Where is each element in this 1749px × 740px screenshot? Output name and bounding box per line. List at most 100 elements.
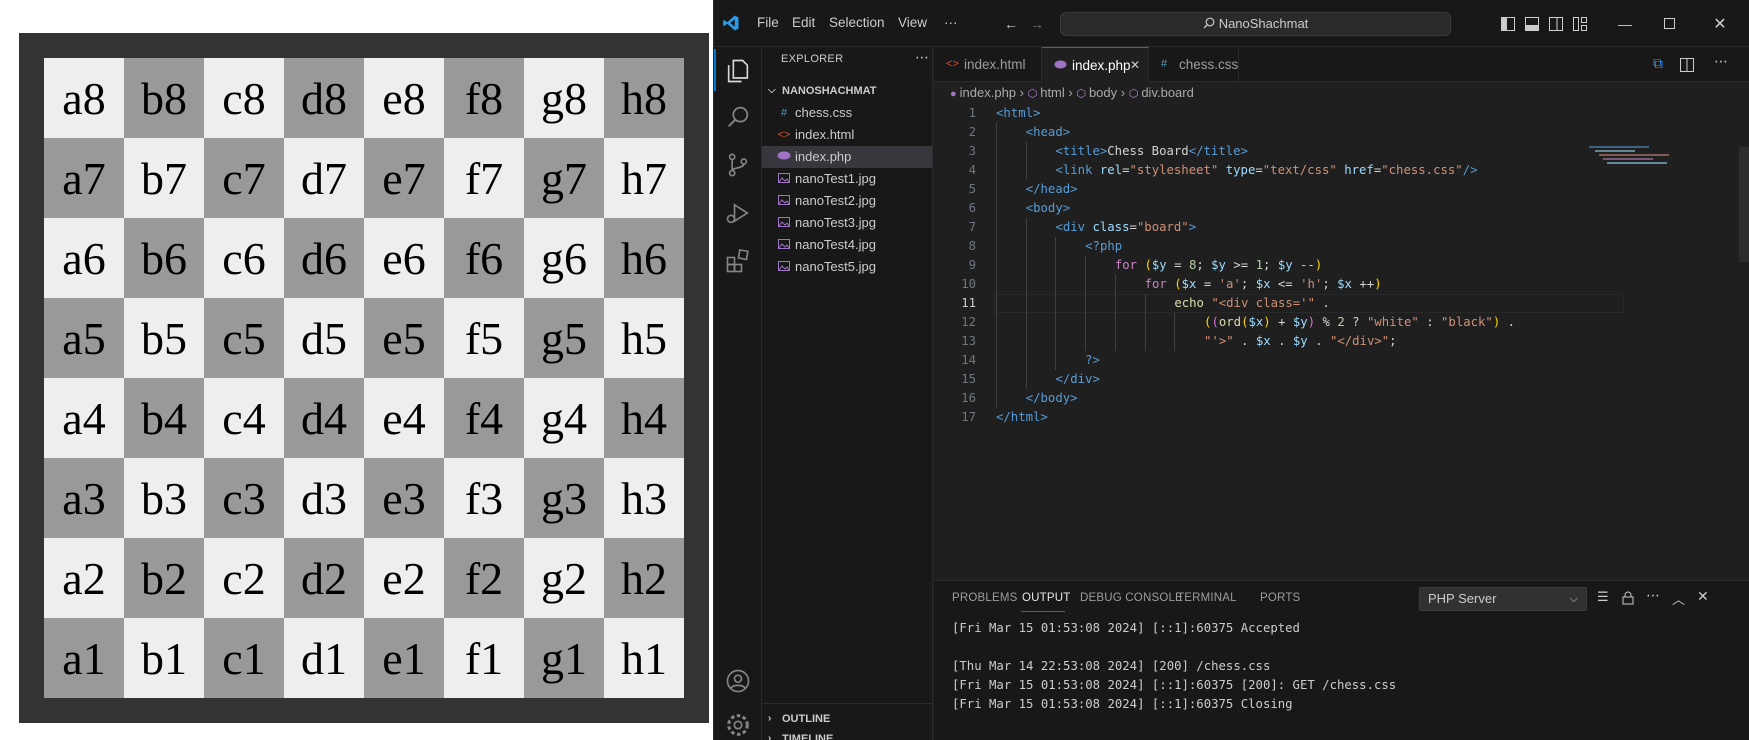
breadcrumb-item[interactable]: body xyxy=(1089,85,1117,100)
code-token: <html> xyxy=(996,106,1041,120)
output-channel-select[interactable]: PHP Server ⌵ xyxy=(1419,587,1587,611)
square-d7: d7 xyxy=(284,138,364,218)
square-e7: e7 xyxy=(364,138,444,218)
panel-tab-output[interactable]: OUTPUT xyxy=(1022,592,1070,604)
panel-tab-terminal[interactable]: TERMINAL xyxy=(1177,592,1237,604)
outline-section[interactable]: › OUTLINE xyxy=(762,709,932,729)
square-e8: e8 xyxy=(364,58,444,138)
file-item-index-php[interactable]: index.php xyxy=(762,146,932,168)
symbol-element-icon: ⬡ xyxy=(1027,88,1038,100)
maximize-panel-icon[interactable]: ︿ xyxy=(1672,589,1685,608)
code-line: </body> xyxy=(1026,389,1078,408)
breadcrumb-item[interactable]: html xyxy=(1040,85,1065,100)
square-c2: c2 xyxy=(204,538,284,618)
settings-gear-icon[interactable] xyxy=(724,711,752,739)
accounts-icon[interactable] xyxy=(724,667,752,695)
code-token: ; xyxy=(1240,277,1256,291)
code-line: ((ord($x) + $y) % 2 ? "white" : "black")… xyxy=(1204,313,1515,332)
maximize-icon[interactable] xyxy=(1664,18,1675,29)
line-number: 2 xyxy=(968,125,976,139)
code-token: ( xyxy=(1144,258,1152,272)
code-token: . xyxy=(1500,315,1516,329)
file-item-nanotest2-jpg[interactable]: nanoTest2.jpg xyxy=(762,190,932,212)
lock-scroll-icon[interactable] xyxy=(1622,591,1634,605)
tab-index-html[interactable]: <> index.html xyxy=(934,47,1042,82)
explorer-more-icon[interactable]: ⋯ xyxy=(915,49,929,66)
square-c6: c6 xyxy=(204,218,284,298)
file-item-index-html[interactable]: <> index.html xyxy=(762,124,932,146)
code-token: % xyxy=(1315,315,1338,329)
code-token: "black" xyxy=(1441,315,1493,329)
code-editor[interactable]: 1 <html> 2 <head> 3 <title>Chess Board</title… xyxy=(934,104,1634,427)
editor-area: <> index.html index.php ✕ # chess.css ⧉ ⋯ ● in… xyxy=(934,47,1749,580)
panel-more-icon[interactable]: ⋯ xyxy=(1646,587,1660,604)
code-line: "'>" . $x . $y . "</div>"; xyxy=(1204,332,1397,351)
menu-more[interactable]: ··· xyxy=(944,15,958,30)
close-window-icon[interactable]: ✕ xyxy=(1709,13,1731,35)
code-token: . xyxy=(1270,334,1293,348)
breadcrumb-item[interactable]: index.php xyxy=(960,85,1016,100)
tab-chess-css[interactable]: # chess.css xyxy=(1149,47,1239,82)
code-token: . xyxy=(1233,334,1256,348)
indent-guide xyxy=(996,142,997,161)
code-token: Chess Board xyxy=(1107,144,1189,158)
code-line: <body> xyxy=(1026,199,1070,218)
code-token: href xyxy=(1344,163,1374,177)
panel-tab-debug-console[interactable]: DEBUG CONSOLE xyxy=(1080,592,1183,604)
code-token: for xyxy=(1144,277,1175,291)
customize-layout-icon[interactable] xyxy=(1573,17,1587,31)
file-item-nanotest3-jpg[interactable]: nanoTest3.jpg xyxy=(762,212,932,234)
clear-output-icon[interactable]: ☰ xyxy=(1597,589,1609,605)
minimize-icon[interactable]: — xyxy=(1614,13,1636,35)
code-token: ? xyxy=(1344,315,1367,329)
menu-selection[interactable]: Selection xyxy=(829,15,885,30)
folder-nanoshachmat[interactable]: ⌵ NANOSHACHMAT xyxy=(762,80,932,102)
timeline-section[interactable]: › TIMELINE xyxy=(762,729,932,740)
command-center-search[interactable]: NanoShachmat xyxy=(1060,12,1451,36)
close-panel-icon[interactable]: ✕ xyxy=(1697,588,1709,605)
code-token: $x xyxy=(1255,334,1271,348)
toggle-panel-icon[interactable] xyxy=(1525,17,1539,31)
square-f8: f8 xyxy=(444,58,524,138)
run-debug-icon[interactable] xyxy=(724,199,752,227)
menu-edit[interactable]: Edit xyxy=(792,15,815,30)
indent-guide xyxy=(1025,142,1027,161)
menu-file[interactable]: File xyxy=(757,15,779,30)
open-preview-icon[interactable]: ⧉ xyxy=(1653,55,1663,72)
code-token: </head> xyxy=(1025,182,1078,196)
breadcrumb-item[interactable]: div.board xyxy=(1141,85,1194,100)
file-item-nanotest1-jpg[interactable]: nanoTest1.jpg xyxy=(762,168,932,190)
scrollbar[interactable] xyxy=(1739,147,1749,262)
extensions-icon[interactable] xyxy=(724,247,752,275)
log-line: [Fri Mar 15 01:53:08 2024] [::1]:60375 [… xyxy=(952,678,1397,692)
file-item-nanotest5-jpg[interactable]: nanoTest5.jpg xyxy=(762,256,932,278)
indent-guide xyxy=(996,218,997,237)
toggle-secondary-sidebar-icon[interactable] xyxy=(1549,17,1563,31)
indent-guide xyxy=(996,180,997,199)
toggle-primary-sidebar-icon[interactable] xyxy=(1501,17,1515,31)
forward-arrow-icon[interactable]: → xyxy=(1026,13,1048,35)
file-item-nanotest4-jpg[interactable]: nanoTest4.jpg xyxy=(762,234,932,256)
code-token: ( xyxy=(1211,315,1219,329)
panel-tab-ports[interactable]: PORTS xyxy=(1260,592,1300,604)
square-h7: h7 xyxy=(604,138,684,218)
source-control-icon[interactable] xyxy=(724,151,752,179)
minimap[interactable] xyxy=(1589,144,1679,184)
back-arrow-icon[interactable]: ← xyxy=(1000,13,1022,35)
explorer-files-icon[interactable] xyxy=(724,57,752,85)
editor-more-icon[interactable]: ⋯ xyxy=(1714,53,1728,70)
file-name: index.php xyxy=(795,149,852,164)
indent-guide xyxy=(1174,313,1176,332)
tab-index-php[interactable]: index.php ✕ xyxy=(1042,47,1149,82)
split-editor-icon[interactable] xyxy=(1680,58,1694,72)
file-name: nanoTest3.jpg xyxy=(795,215,876,230)
file-item-chess-css[interactable]: # chess.css xyxy=(762,102,932,124)
square-f4: f4 xyxy=(444,378,524,458)
close-tab-icon[interactable]: ✕ xyxy=(1130,48,1140,83)
menu-view[interactable]: View xyxy=(898,15,927,30)
line-number: 12 xyxy=(961,315,976,329)
vscode-window: File Edit Selection View ··· ← → NanoSha… xyxy=(713,0,1749,740)
code-token: "text/css" xyxy=(1262,163,1337,177)
search-view-icon[interactable] xyxy=(724,103,752,131)
panel-tab-problems[interactable]: PROBLEMS xyxy=(952,592,1018,604)
